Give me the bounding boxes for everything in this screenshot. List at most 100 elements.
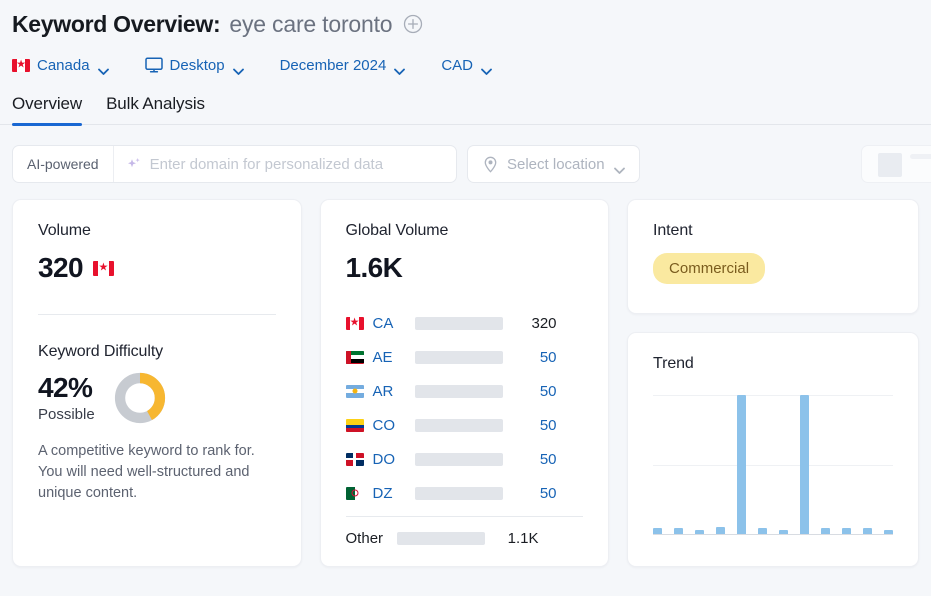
flag-canada-icon: ★ <box>12 59 30 72</box>
domain-search-box[interactable]: AI-powered <box>12 145 457 183</box>
loading-placeholder-button[interactable] <box>861 145 931 183</box>
trend-card: Trend <box>627 332 919 567</box>
country-volume-value: 50 <box>513 383 557 400</box>
country-volume-row[interactable]: AR 50 <box>346 374 584 408</box>
flag-ae-icon <box>346 351 364 364</box>
country-code[interactable]: DZ <box>373 485 415 502</box>
volume-value: 320 <box>38 254 83 282</box>
ai-powered-label: AI-powered <box>13 146 114 182</box>
domain-input[interactable] <box>150 156 444 173</box>
sparkle-icon <box>126 156 142 172</box>
filter-country-label: Canada <box>37 57 90 74</box>
chevron-down-icon <box>614 161 625 168</box>
keyword-difficulty-status: Possible <box>38 406 95 423</box>
chevron-down-icon <box>394 62 405 69</box>
search-row: AI-powered Select location <box>0 125 931 183</box>
trend-bar <box>779 530 788 534</box>
country-volume-list: ★ CA 320 AE 50 AR 50 CO 50 DO 50 DZ 50 Other 1.1K <box>346 306 584 555</box>
list-divider <box>346 516 584 517</box>
trend-bar <box>884 530 893 534</box>
keyword-difficulty-row: 42% Possible <box>38 371 276 425</box>
flag-co-icon <box>346 419 364 432</box>
volume-card: Volume 320 ★ Keyword Difficulty 42% Poss… <box>12 199 302 567</box>
country-volume-row[interactable]: DZ 50 <box>346 476 584 510</box>
chevron-down-icon <box>233 62 244 69</box>
tab-overview[interactable]: Overview <box>12 94 82 124</box>
country-volume-row[interactable]: ★ CA 320 <box>346 306 584 340</box>
flag-dz-icon <box>346 487 364 500</box>
keyword-difficulty-description: A competitive keyword to rank for. You w… <box>38 441 276 504</box>
country-volume-bar <box>415 487 503 500</box>
trend-bar <box>821 528 830 534</box>
page-header: Keyword Overview: eye care toronto ★ Can… <box>0 0 931 79</box>
flag-ca-icon: ★ <box>346 317 364 330</box>
trend-chart <box>653 395 893 535</box>
other-volume-bar <box>397 532 485 545</box>
metrics-grid: Volume 320 ★ Keyword Difficulty 42% Poss… <box>0 183 931 567</box>
flag-do-icon <box>346 453 364 466</box>
filter-date[interactable]: December 2024 <box>280 57 406 74</box>
location-label: Select location <box>507 156 605 173</box>
tab-bulk-analysis[interactable]: Bulk Analysis <box>106 94 205 124</box>
other-volume-value: 1.1K <box>495 530 539 547</box>
keyword-difficulty-text: 42% Possible <box>38 373 95 423</box>
country-volume-bar <box>415 385 503 398</box>
domain-input-wrap[interactable] <box>114 156 456 173</box>
country-volume-value: 50 <box>513 485 557 502</box>
trend-bar <box>758 528 767 534</box>
trend-bar <box>800 395 809 534</box>
country-volume-value: 50 <box>513 349 557 366</box>
chevron-down-icon <box>481 62 492 69</box>
trend-bar <box>737 395 746 534</box>
right-column: Intent Commercial Trend <box>627 199 919 567</box>
country-volume-bar <box>415 419 503 432</box>
filter-device[interactable]: Desktop <box>145 57 244 74</box>
map-pin-icon <box>482 156 499 173</box>
trend-bar <box>863 528 872 534</box>
flag-ar-icon <box>346 385 364 398</box>
country-volume-value: 320 <box>513 315 557 332</box>
chevron-down-icon <box>98 62 109 69</box>
country-code[interactable]: CO <box>373 417 415 434</box>
filter-currency[interactable]: CAD <box>441 57 492 74</box>
title-row: Keyword Overview: eye care toronto <box>12 8 919 40</box>
other-label: Other <box>346 530 397 547</box>
country-code[interactable]: AE <box>373 349 415 366</box>
global-volume-total: 1.6K <box>346 254 584 282</box>
page-title: Keyword Overview: <box>12 11 220 38</box>
placeholder-bar <box>910 154 931 159</box>
trend-bar <box>653 528 662 534</box>
country-volume-row[interactable]: DO 50 <box>346 442 584 476</box>
trend-bar <box>695 530 704 534</box>
global-volume-label: Global Volume <box>346 222 584 240</box>
card-divider <box>38 314 276 315</box>
country-code[interactable]: AR <box>373 383 415 400</box>
country-code[interactable]: DO <box>373 451 415 468</box>
filter-currency-label: CAD <box>441 57 473 74</box>
trend-bar <box>842 528 851 534</box>
plus-circle-icon[interactable] <box>403 14 423 34</box>
trend-bars <box>653 395 893 534</box>
country-volume-value: 50 <box>513 417 557 434</box>
keyword-difficulty-label: Keyword Difficulty <box>38 343 276 361</box>
country-code[interactable]: CA <box>373 315 415 332</box>
volume-label: Volume <box>38 222 276 240</box>
filter-row: ★ Canada Desktop December 2024 <box>12 51 919 79</box>
placeholder-block <box>878 153 902 177</box>
monitor-icon <box>145 57 163 73</box>
chart-axis <box>653 534 893 535</box>
country-volume-row[interactable]: CO 50 <box>346 408 584 442</box>
page-title-keyword: eye care toronto <box>229 11 392 38</box>
country-volume-bar <box>415 453 503 466</box>
country-volume-row[interactable]: AE 50 <box>346 340 584 374</box>
intent-badge[interactable]: Commercial <box>653 253 765 284</box>
country-volume-value: 50 <box>513 451 557 468</box>
keyword-difficulty-percent: 42% <box>38 373 95 402</box>
trend-bar <box>674 528 683 534</box>
filter-device-label: Desktop <box>170 57 225 74</box>
filter-country[interactable]: ★ Canada <box>12 57 109 74</box>
filter-date-label: December 2024 <box>280 57 387 74</box>
intent-label: Intent <box>653 222 893 240</box>
country-volume-bar <box>415 351 503 364</box>
location-select[interactable]: Select location <box>467 145 640 183</box>
